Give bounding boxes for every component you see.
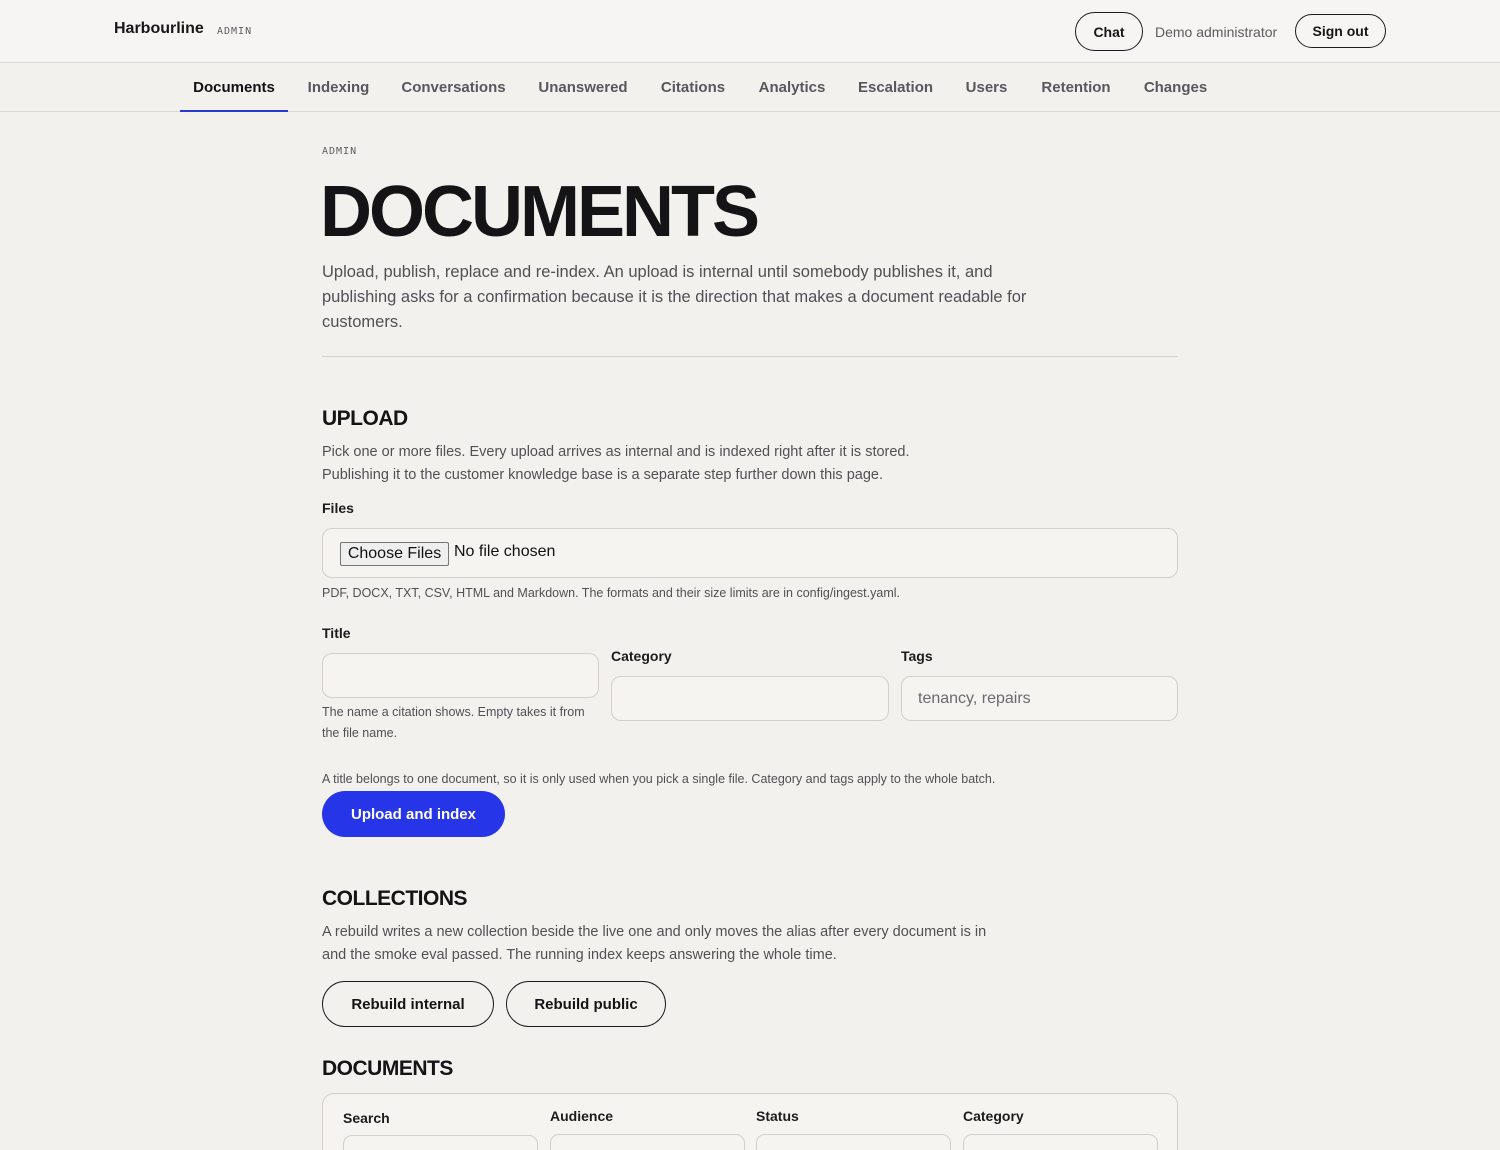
rebuild-public-button[interactable]: Rebuild public <box>506 981 666 1027</box>
status-filter-select[interactable] <box>756 1134 951 1150</box>
nav-tab-retention[interactable]: Retention <box>1032 64 1120 111</box>
file-status-text: No file chosen <box>454 543 556 560</box>
category-filter-label: Category <box>963 1108 1024 1124</box>
page-eyebrow: ADMIN <box>322 146 358 157</box>
upload-section-title: UPLOAD <box>322 407 408 430</box>
upload-and-index-button[interactable]: Upload and index <box>322 791 505 837</box>
nav-tab-users[interactable]: Users <box>956 64 1017 111</box>
documents-section-title: DOCUMENTS <box>322 1057 453 1080</box>
nav-tab-indexing[interactable]: Indexing <box>298 64 379 111</box>
nav-tab-changes[interactable]: Changes <box>1135 64 1216 111</box>
nav-tab-documents[interactable]: Documents <box>180 64 288 112</box>
documents-filter-card: Search Audience Status Category <box>322 1093 1178 1150</box>
sign-out-button[interactable]: Sign out <box>1295 14 1386 48</box>
brand-admin-tag: ADMIN <box>217 26 253 37</box>
audience-filter-label: Audience <box>550 1108 614 1124</box>
title-help: The name a citation shows. Empty takes i… <box>322 705 585 740</box>
top-bar: Harbourline ADMIN Chat Demo administrato… <box>0 0 1500 63</box>
chat-button[interactable]: Chat <box>1075 12 1143 51</box>
title-input[interactable] <box>322 653 599 698</box>
title-label: Title <box>322 625 351 641</box>
admin-nav: Documents Indexing Conversations Unanswe… <box>0 64 1500 112</box>
header-divider <box>322 356 1178 357</box>
nav-tab-analytics[interactable]: Analytics <box>749 64 835 111</box>
collections-section-title: COLLECTIONS <box>322 887 468 910</box>
category-input[interactable] <box>611 676 889 721</box>
files-label: Files <box>322 500 354 516</box>
nav-tab-escalation[interactable]: Escalation <box>849 64 942 111</box>
tags-input[interactable] <box>901 676 1178 721</box>
status-filter-label: Status <box>756 1108 799 1124</box>
formats-help: PDF, DOCX, TXT, CSV, HTML and Markdown. … <box>322 586 900 600</box>
brand-name[interactable]: Harbourline <box>114 20 204 38</box>
rebuild-internal-button[interactable]: Rebuild internal <box>322 981 494 1027</box>
category-label: Category <box>611 648 672 664</box>
file-picker: Choose Files No file chosen <box>322 528 1178 578</box>
nav-tab-citations[interactable]: Citations <box>652 64 734 111</box>
search-filter-input[interactable] <box>343 1135 538 1150</box>
page-lead: Upload, publish, replace and re-index. A… <box>322 263 1027 331</box>
search-filter-label: Search <box>343 1110 390 1126</box>
tags-label: Tags <box>901 648 933 664</box>
nav-tab-conversations[interactable]: Conversations <box>393 64 514 111</box>
nav-tab-unanswered[interactable]: Unanswered <box>528 64 638 111</box>
audience-filter-select[interactable] <box>550 1134 745 1150</box>
collections-section-text: A rebuild writes a new collection beside… <box>322 924 987 963</box>
current-user-name: Demo administrator <box>1155 24 1278 40</box>
choose-files-button[interactable]: Choose Files <box>340 542 449 566</box>
batch-help: A title belongs to one document, so it i… <box>322 772 996 786</box>
category-filter-select[interactable] <box>963 1134 1158 1150</box>
page-title: DOCUMENTS <box>320 172 760 252</box>
upload-section-text: Pick one or more files. Every upload arr… <box>322 444 910 483</box>
